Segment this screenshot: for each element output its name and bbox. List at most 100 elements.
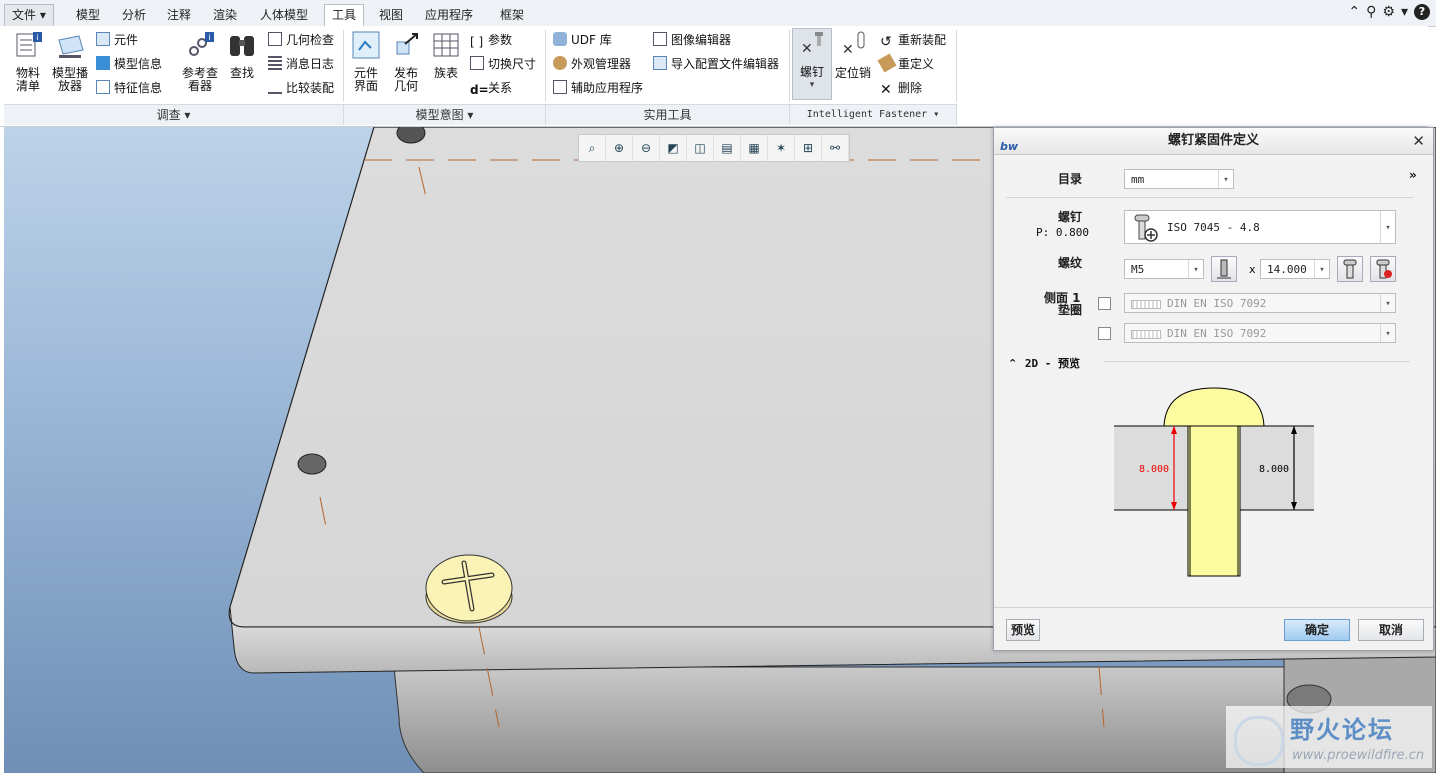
- import-config-editor-button[interactable]: 导入配置文件编辑器: [653, 54, 779, 74]
- chevron-down-icon: ▾: [1380, 294, 1395, 312]
- tab-manikin[interactable]: 人体模型: [252, 4, 316, 27]
- display-style-icon[interactable]: ◫: [687, 135, 714, 161]
- watermark: 野火论坛 www.proewildfire.cn: [1226, 706, 1432, 768]
- chevron-down-icon[interactable]: ▾: [1401, 4, 1408, 20]
- svg-text:i: i: [208, 33, 210, 42]
- appearance-manager-icon: [553, 56, 567, 70]
- redefine-icon: [877, 53, 897, 73]
- tab-applications[interactable]: 应用程序: [417, 4, 481, 27]
- ok-button[interactable]: 确定: [1284, 619, 1350, 641]
- group-separator: [545, 30, 546, 102]
- find-button[interactable]: 查找: [224, 30, 260, 80]
- watermark-logo-icon: [1234, 716, 1284, 766]
- tab-view[interactable]: 视图: [371, 4, 411, 27]
- settings-icon[interactable]: ⚙: [1382, 4, 1395, 20]
- delete-button[interactable]: ✕ 删除: [880, 78, 922, 98]
- image-editor-icon: [653, 32, 667, 46]
- repaint-icon[interactable]: ◩: [660, 135, 687, 161]
- washer1-select[interactable]: DIN EN ISO 7092 ▾: [1124, 293, 1396, 313]
- auxiliary-application-button[interactable]: 辅助应用程序: [553, 78, 643, 98]
- screw-label: 螺钉: [1058, 210, 1083, 224]
- catalog-select[interactable]: mm ▾: [1124, 169, 1234, 189]
- relations-button[interactable]: d=关系: [470, 78, 512, 98]
- spin-center-icon[interactable]: ⚯: [822, 135, 849, 161]
- screw-options-button[interactable]: [1337, 256, 1363, 282]
- preview-section-header[interactable]: ⌃ 2D - 预览: [1008, 355, 1080, 371]
- collapse-ribbon-icon[interactable]: ⌃: [1348, 4, 1360, 20]
- screw-remove-button[interactable]: [1370, 256, 1396, 282]
- tab-analysis[interactable]: 分析: [114, 4, 154, 27]
- ribbon: i 物料 清单 模型播 放器 元件 模型信息 特征信息 i 参考查 看器 查找 …: [0, 26, 1428, 127]
- bom-button[interactable]: i 物料 清单: [8, 30, 48, 93]
- geometry-check-button[interactable]: 几何检查: [268, 30, 334, 50]
- washer1-checkbox[interactable]: [1098, 297, 1111, 310]
- group-model-intent-footer[interactable]: 模型意图 ▾: [344, 104, 546, 125]
- dialog-title-bar[interactable]: bw 螺钉紧固件定义 ✕: [994, 128, 1433, 155]
- tab-tools[interactable]: 工具: [324, 4, 365, 27]
- zoom-in-icon[interactable]: ⊕: [606, 135, 633, 161]
- binoculars-icon: [230, 36, 254, 56]
- length-select[interactable]: 14.000 ▾: [1260, 259, 1330, 279]
- dowel-button[interactable]: ✕ 定位销: [834, 30, 872, 80]
- switch-dimensions-button[interactable]: 切换尺寸: [470, 54, 536, 74]
- parameters-button[interactable]: [ ] 参数: [470, 30, 512, 50]
- component-interface-icon: [352, 31, 380, 59]
- component-icon: [96, 32, 110, 46]
- bw-logo: bw: [1000, 140, 1019, 153]
- collapse-icon: ⌃: [1008, 357, 1018, 370]
- model-info-button[interactable]: 模型信息: [96, 54, 162, 74]
- washer-label: 垫圈: [1058, 303, 1083, 317]
- redefine-button[interactable]: 重定义: [877, 53, 934, 74]
- tab-annotate[interactable]: 注释: [159, 4, 199, 27]
- publish-geometry-button[interactable]: 发布 几何: [388, 30, 424, 93]
- screw-type-icon: [1134, 214, 1158, 242]
- udf-library-button[interactable]: UDF 库: [553, 30, 612, 50]
- zoom-out-icon[interactable]: ⊖: [633, 135, 660, 161]
- preview-button[interactable]: 预览: [1006, 619, 1040, 641]
- message-log-button[interactable]: 消息日志: [268, 54, 334, 74]
- cancel-button[interactable]: 取消: [1358, 619, 1424, 641]
- thread-size-select[interactable]: M5 ▾: [1124, 259, 1204, 279]
- screw-options-icon: [1343, 259, 1357, 279]
- chevron-down-icon: ▾: [1380, 324, 1395, 342]
- feature-info-button[interactable]: 特征信息: [96, 78, 162, 98]
- help-icon[interactable]: ?: [1414, 4, 1430, 20]
- screw-type-select[interactable]: ISO 7045 - 4.8 ▾: [1124, 210, 1396, 244]
- washer2-select[interactable]: DIN EN ISO 7092 ▾: [1124, 323, 1396, 343]
- view-manager-icon[interactable]: ▦: [741, 135, 768, 161]
- compare-assembly-button[interactable]: 比较装配: [268, 78, 334, 98]
- tab-model[interactable]: 模型: [68, 4, 108, 27]
- search-icon[interactable]: ⚲: [1366, 4, 1376, 20]
- appearance-manager-button[interactable]: 外观管理器: [553, 54, 631, 74]
- divider: [994, 607, 1433, 608]
- refit-icon[interactable]: ⌕: [579, 135, 606, 161]
- image-editor-button[interactable]: 图像编辑器: [653, 30, 731, 50]
- group-intelligent-fastener-footer[interactable]: Intelligent Fastener ▾: [790, 104, 957, 125]
- group-separator: [789, 30, 790, 102]
- screw-button[interactable]: ✕ 螺钉 ▾: [792, 28, 832, 100]
- model-player-button[interactable]: 模型播 放器: [50, 30, 90, 93]
- close-icon[interactable]: ✕: [1412, 128, 1425, 154]
- tab-framework[interactable]: 框架: [492, 4, 532, 27]
- top-right-controls: ⌃ ⚲ ⚙ ▾ ?: [1348, 2, 1430, 22]
- expand-icon[interactable]: »: [1409, 168, 1417, 182]
- tab-render[interactable]: 渲染: [205, 4, 245, 27]
- tab-file[interactable]: 文件 ▾: [4, 4, 54, 27]
- group-investigate-footer[interactable]: 调查 ▾: [4, 104, 344, 125]
- annotation-display-icon[interactable]: ⊞: [795, 135, 822, 161]
- component-interface-button[interactable]: 元件 界面: [348, 30, 384, 93]
- catalog-label: 目录: [1058, 172, 1083, 186]
- thread-length-button[interactable]: [1211, 256, 1237, 282]
- washer-icon: [1131, 330, 1161, 339]
- message-log-icon: [268, 56, 282, 70]
- datum-display-icon[interactable]: ✶: [768, 135, 795, 161]
- view-toolbar: ⌕ ⊕ ⊖ ◩ ◫ ▤ ▦ ✶ ⊞ ⚯: [578, 134, 850, 162]
- divider: [1104, 361, 1410, 362]
- reference-viewer-button[interactable]: i 参考查 看器: [180, 30, 220, 93]
- family-table-button[interactable]: 族表: [428, 30, 464, 80]
- washer2-checkbox[interactable]: [1098, 327, 1111, 340]
- reassemble-button[interactable]: ↺ 重新装配: [880, 30, 946, 50]
- component-info-button[interactable]: 元件: [96, 30, 138, 50]
- saved-orientations-icon[interactable]: ▤: [714, 135, 741, 161]
- washer-icon: [1131, 300, 1161, 309]
